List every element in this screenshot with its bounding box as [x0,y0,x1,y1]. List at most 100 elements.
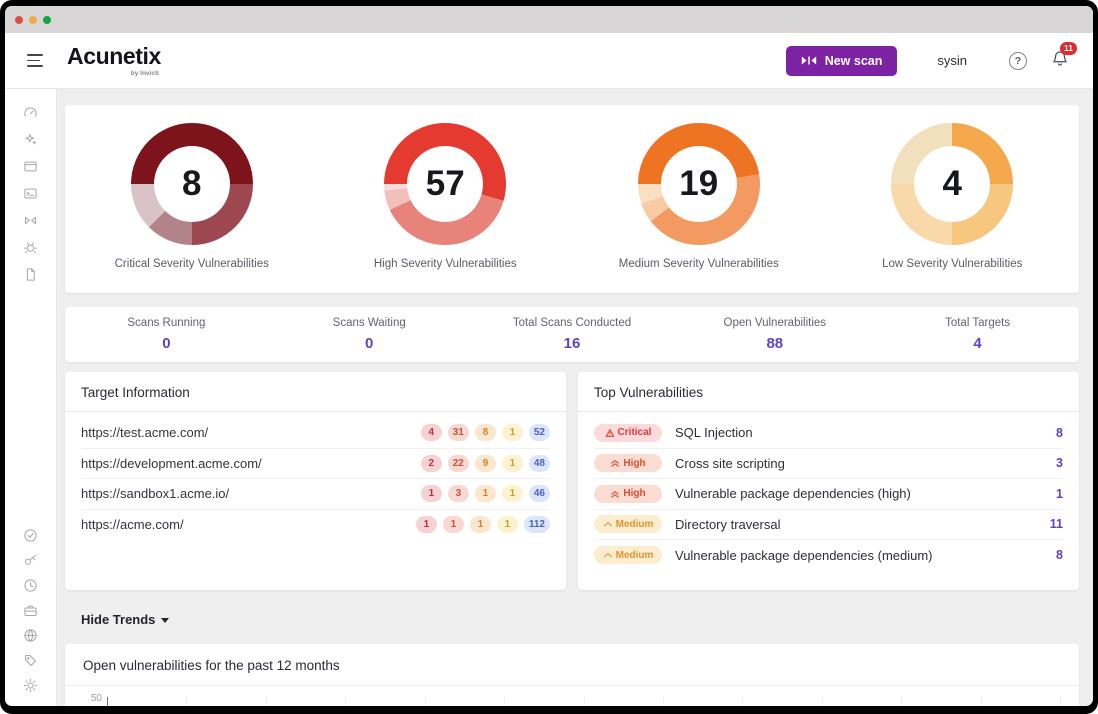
info-count-badge[interactable]: 112 [523,516,550,534]
critical-donut-label: Critical Severity Vulnerabilities [114,258,269,270]
vulnerability-row[interactable]: Critical SQL Injection 8 [594,418,1063,449]
high-donut-chart[interactable]: 57 [384,123,507,245]
severity-donuts-card: 8 Critical Severity Vulnerabilities 57 H… [65,105,1079,293]
sidebar-item-archive[interactable] [18,603,44,618]
bug-icon [23,242,38,253]
low-count-badge[interactable]: 1 [501,424,523,442]
severity-badge-high: High [594,454,662,473]
low-donut-label: Low Severity Vulnerabilities [882,258,1023,270]
critical-count-badge[interactable]: 4 [420,424,442,442]
medium-count-badge[interactable]: 9 [474,454,496,472]
target-row[interactable]: https://development.acme.com/ 2 22 9 1 4… [81,449,550,479]
critical-donut-chart[interactable]: 8 [130,123,253,245]
target-row[interactable]: https://sandbox1.acme.io/ 1 3 1 1 46 [81,479,550,510]
medium-count-badge[interactable]: 1 [469,516,491,534]
stat-total-targets: Total Targets 4 [945,317,1011,352]
target-row[interactable]: https://test.acme.com/ 4 31 8 1 52 [81,418,550,449]
medium-count-badge[interactable]: 8 [474,424,496,442]
target-severity-badges: 1 1 1 1 112 [415,516,550,534]
notification-count-badge: 11 [1060,42,1077,55]
high-donut-label: High Severity Vulnerabilities [373,258,517,270]
target-severity-badges: 4 31 8 1 52 [420,424,550,442]
vulnerability-count-link[interactable]: 1 [1056,487,1063,501]
severity-badge-medium: Medium [594,546,662,565]
new-scan-button[interactable]: New scan [785,45,898,76]
document-icon [26,268,35,281]
sidebar-item-discovery[interactable] [18,132,44,147]
notifications-button[interactable]: 11 [1051,42,1077,72]
user-menu[interactable]: sysin [937,53,967,68]
medium-count-badge[interactable]: 1 [474,485,496,503]
sidebar-item-credentials[interactable] [18,553,44,568]
target-row[interactable]: https://acme.com/ 1 1 1 1 112 [81,510,550,541]
hide-trends-toggle[interactable]: Hide Trends [81,612,1079,627]
sidebar-item-dashboard[interactable] [18,105,44,120]
critical-count-badge[interactable]: 2 [420,454,442,472]
target-severity-badges: 1 3 1 1 46 [420,485,550,503]
low-count-badge[interactable]: 1 [496,516,518,534]
vulnerability-name: Vulnerable package dependencies (high) [675,486,911,502]
vulnerability-row[interactable]: Medium Directory traversal 11 [594,510,1063,540]
info-count-badge[interactable]: 52 [528,424,550,442]
sidebar-item-schedule[interactable] [18,578,44,593]
window-frame: Acunetix by Invicti New scan sysin ? 11 [5,6,1093,706]
chevrons-up-icon [611,490,620,498]
dashboard-main: 8 Critical Severity Vulnerabilities 57 H… [57,89,1093,706]
stat-value-link[interactable]: 0 [365,335,373,352]
target-url[interactable]: https://development.acme.com/ [81,456,421,471]
critical-count-badge[interactable]: 1 [415,516,437,534]
low-count-badge[interactable]: 1 [501,454,523,472]
trend-chart-card: Open vulnerabilities for the past 12 mon… [65,644,1079,706]
sidebar-item-targets[interactable] [18,159,44,174]
app-window: Acunetix by Invicti New scan sysin ? 11 [0,0,1098,714]
target-url[interactable]: https://test.acme.com/ [81,425,421,440]
high-count-badge[interactable]: 1 [442,516,464,534]
stat-value-link[interactable]: 16 [564,335,581,352]
high-count-badge[interactable]: 31 [447,424,469,442]
info-count-badge[interactable]: 48 [528,454,550,472]
zoom-window-button[interactable] [43,15,51,24]
minimize-window-button[interactable] [29,15,37,24]
sidebar-item-network[interactable] [18,628,44,643]
high-count: 57 [425,164,465,203]
briefcase-icon [24,605,37,616]
high-donut-block: 57 High Severity Vulnerabilities [319,105,573,293]
vulnerability-row[interactable]: High Cross site scripting 3 [594,449,1063,479]
vulnerability-count-link[interactable]: 8 [1056,548,1063,562]
sidebar-item-vulnerabilities[interactable] [18,240,44,255]
help-icon[interactable]: ? [1009,51,1027,70]
vulnerability-count-link[interactable]: 3 [1056,456,1063,470]
clock-icon [24,579,37,592]
chevrons-up-icon [611,460,620,467]
stat-value-link[interactable]: 0 [162,335,170,352]
sidebar-item-reports[interactable] [18,267,44,282]
vulnerability-count-link[interactable]: 11 [1050,517,1063,531]
y-axis-tick-label: 50 [90,693,102,704]
sidebar-item-settings[interactable] [18,678,44,693]
chevron-up-icon [603,522,612,527]
target-information-panel: Target Information https://test.acme.com… [65,372,566,590]
tag-icon [25,655,36,666]
close-window-button[interactable] [15,15,23,24]
vulnerability-count-link[interactable]: 8 [1056,426,1063,440]
stat-value-link[interactable]: 88 [766,335,783,352]
vulnerability-row[interactable]: High Vulnerable package dependencies (hi… [594,479,1063,510]
menu-hamburger-icon[interactable] [25,50,45,70]
low-donut-chart[interactable]: 4 [891,123,1014,245]
medium-donut-chart[interactable]: 19 [637,123,760,245]
critical-count-badge[interactable]: 1 [420,485,442,503]
medium-count: 19 [679,164,719,203]
high-count-badge[interactable]: 3 [447,485,469,503]
info-count-badge[interactable]: 46 [528,485,550,503]
low-donut-block: 4 Low Severity Vulnerabilities [826,105,1080,293]
vulnerability-row[interactable]: Medium Vulnerable package dependencies (… [594,540,1063,571]
target-url[interactable]: https://acme.com/ [81,517,416,532]
stat-value-link[interactable]: 4 [973,335,981,352]
target-url[interactable]: https://sandbox1.acme.io/ [81,486,421,501]
sidebar-item-compliance[interactable] [18,528,44,543]
sidebar-item-tags[interactable] [18,653,44,668]
high-count-badge[interactable]: 22 [447,454,469,472]
sidebar-item-scans[interactable] [18,186,44,201]
low-count-badge[interactable]: 1 [501,485,523,503]
sidebar-item-scan-profiles[interactable] [18,213,44,228]
